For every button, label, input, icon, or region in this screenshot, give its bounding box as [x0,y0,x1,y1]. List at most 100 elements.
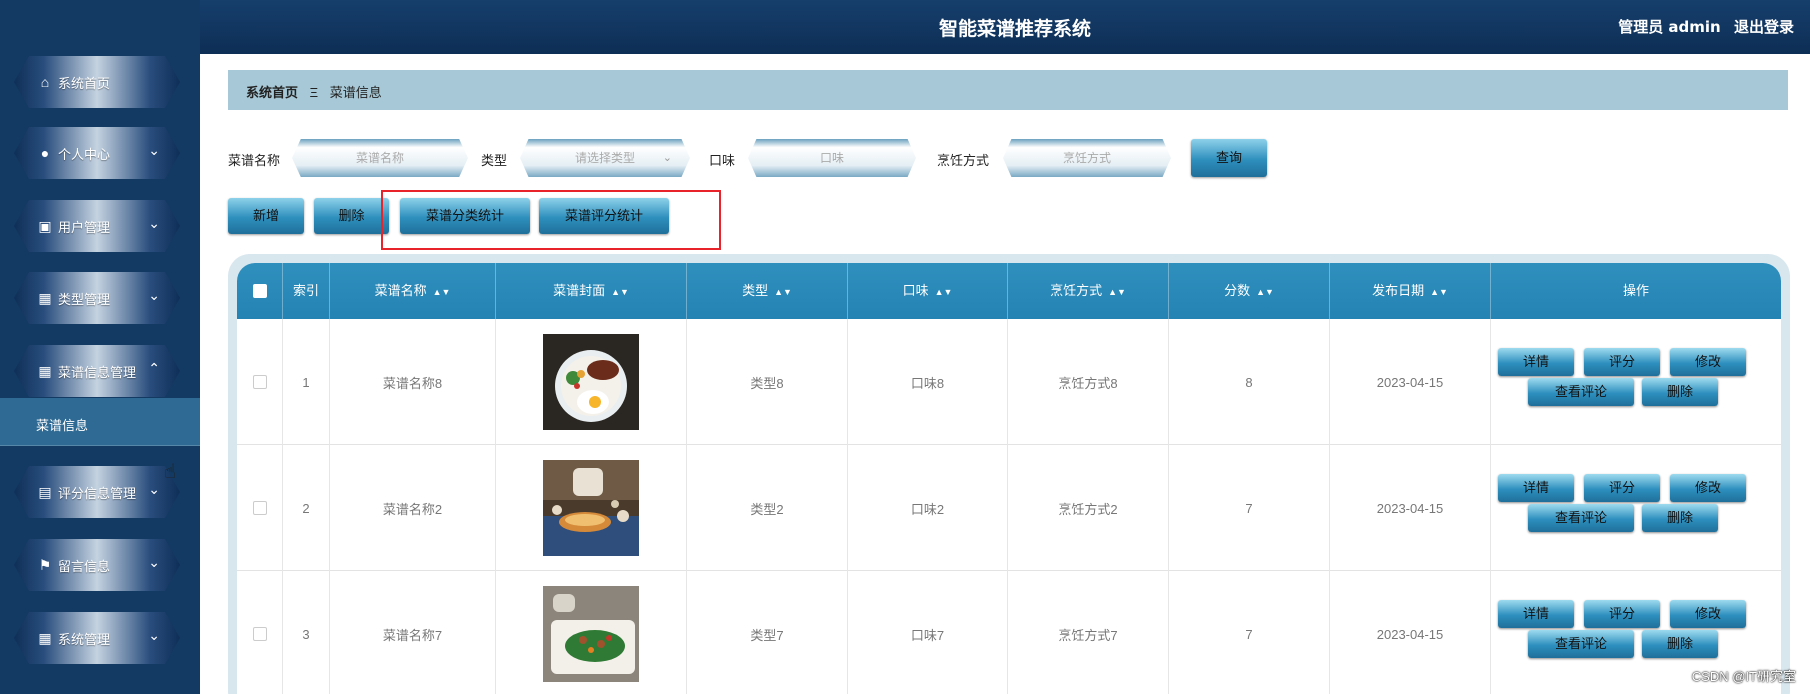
cell-method: 烹饪方式8 [1008,319,1169,445]
col-header-method[interactable]: 烹饪方式 ▲▼ [1008,263,1169,319]
type-select[interactable]: 请选择类型 ⌄ [520,139,690,177]
sidebar-item-types[interactable]: ▦ 类型管理 ⌄ [14,272,180,324]
cell-cover [496,445,687,571]
table-header: 索引 菜谱名称 ▲▼ 菜谱封面 ▲▼ 类型 ▲▼ 口味 ▲▼ 烹饪方式 ▲▼ 分数 ▲▼ 发… [237,263,1781,319]
sidebar-item-label: 类型管理 [58,291,111,307]
user-area: 管理员 admin 退出登录 [1618,16,1794,37]
table-row: 1 菜谱名称8 类型8 口味8 烹饪方式8 8 2023-04-15 详情 评分… [237,319,1781,445]
cell-type: 类型2 [687,445,848,571]
type-label: 类型 [481,153,508,168]
col-header-label: 分数 [1224,283,1251,298]
select-all-checkbox[interactable] [237,263,283,319]
flag-icon: ⚑ [38,556,52,573]
detail-button[interactable]: 详情 [1498,474,1574,502]
table-row: 3 菜谱名称7 类型7 口味7 烹饪方式7 7 2023-04-15 详情 评分… [237,571,1781,694]
col-header-date[interactable]: 发布日期 ▲▼ [1330,263,1491,319]
cell-index: 1 [283,319,330,445]
sidebar-item-ratings[interactable]: ▤ 评分信息管理 ⌄ [14,466,180,518]
row-actions: 详情 评分 修改 查看评论 删除 [1491,319,1781,445]
col-header-name[interactable]: 菜谱名称 ▲▼ [330,263,496,319]
col-header-label: 菜谱名称 [374,283,427,298]
col-header-index: 索引 [283,263,330,319]
cell-type: 类型8 [687,319,848,445]
col-header-label: 菜谱封面 [553,283,606,298]
hand-cursor-icon: ☝ [164,461,177,483]
cell-name: 菜谱名称2 [330,445,496,571]
cell-type: 类型7 [687,571,848,694]
sidebar-item-label: 系统首页 [58,75,111,91]
edit-button[interactable]: 修改 [1670,600,1746,628]
sidebar-item-profile[interactable]: ● 个人中心 ⌄ [14,127,180,179]
row-checkbox[interactable] [237,571,283,694]
sidebar-item-recipes[interactable]: ▦ 菜谱信息管理 ⌃ [14,345,180,397]
add-button[interactable]: 新增 [228,198,304,234]
col-header-actions: 操作 [1622,283,1649,298]
cell-actions: 详情 评分 修改 查看评论 删除 [1491,445,1781,571]
view-comments-button[interactable]: 查看评论 [1528,630,1634,658]
row-checkbox[interactable] [237,319,283,445]
row-delete-button[interactable]: 删除 [1642,630,1718,658]
sidebar-item-home[interactable]: ⌂ 系统首页 [14,56,180,108]
cell-name: 菜谱名称8 [330,319,496,445]
col-header-type[interactable]: 类型 ▲▼ [687,263,848,319]
highlight-box [381,190,721,250]
col-header-score[interactable]: 分数 ▲▼ [1169,263,1330,319]
checkbox-box [252,627,267,641]
query-button[interactable]: 查询 [1191,139,1267,177]
sidebar-item-messages[interactable]: ⚑ 留言信息 ⌄ [14,539,180,591]
detail-button[interactable]: 详情 [1498,600,1574,628]
detail-button[interactable]: 详情 [1498,348,1574,376]
rate-button[interactable]: 评分 [1584,600,1660,628]
col-header-label: 发布日期 [1372,283,1425,298]
cell-name: 菜谱名称7 [330,571,496,694]
breadcrumb-home[interactable]: 系统首页 [246,85,298,100]
sort-icon: ▲▼ [1256,287,1274,297]
delete-button[interactable]: 删除 [314,198,389,234]
cell-score: 8 [1169,319,1330,445]
user-icon: ● [40,145,50,161]
row-checkbox[interactable] [237,445,283,571]
cell-date: 2023-04-15 [1330,319,1491,445]
col-header-cover[interactable]: 菜谱封面 ▲▼ [496,263,687,319]
sort-icon: ▲▼ [1108,287,1126,297]
table-body: 1 菜谱名称8 类型8 口味8 烹饪方式8 8 2023-04-15 详情 评分… [237,319,1781,694]
table-row: 2 菜谱名称2 类型2 口味2 烹饪方式2 7 2023-04-15 详情 评分… [237,445,1781,571]
recipe-cover-image [543,334,639,430]
row-delete-button[interactable]: 删除 [1642,504,1718,532]
chevron-down-icon: ⌄ [148,481,160,497]
chevron-down-icon: ⌄ [148,627,160,643]
cell-index: 2 [283,445,330,571]
rate-button[interactable]: 评分 [1584,474,1660,502]
sidebar-item-label: 个人中心 [58,146,111,162]
recipe-cover-image [543,586,639,682]
view-comments-button[interactable]: 查看评论 [1528,504,1634,532]
sidebar-item-label: 系统管理 [58,631,111,647]
edit-button[interactable]: 修改 [1670,348,1746,376]
logout-link[interactable]: 退出登录 [1734,18,1794,36]
cell-score: 7 [1169,445,1330,571]
sidebar-item-users[interactable]: ▣ 用户管理 ⌄ [14,200,180,252]
cell-taste: 口味7 [848,571,1008,694]
row-delete-button[interactable]: 删除 [1642,378,1718,406]
cell-method: 烹饪方式2 [1008,445,1169,571]
col-header-label: 烹饪方式 [1050,283,1103,298]
checkbox-box [252,375,267,389]
name-label: 菜谱名称 [228,153,281,168]
cooking-method-input[interactable]: 烹饪方式 [1003,139,1171,177]
checkbox-box [252,501,267,515]
taste-input[interactable]: 口味 [748,139,916,177]
cell-date: 2023-04-15 [1330,571,1491,694]
rate-button[interactable]: 评分 [1584,348,1660,376]
edit-button[interactable]: 修改 [1670,474,1746,502]
recipe-name-input[interactable]: 菜谱名称 [292,139,468,177]
submenu-item-recipe-info[interactable]: 菜谱信息 [0,398,200,446]
col-header-taste[interactable]: 口味 ▲▼ [848,263,1008,319]
view-comments-button[interactable]: 查看评论 [1528,378,1634,406]
grid-icon: ▦ [38,362,52,379]
chevron-up-icon: ⌃ [148,360,160,376]
sidebar-item-system[interactable]: ▦ 系统管理 ⌄ [14,612,180,664]
sidebar: ⌂ 系统首页 ● 个人中心 ⌄ ▣ 用户管理 ⌄ ▦ 类型管理 ⌄ ▦ 菜谱信息… [0,0,200,694]
sort-icon: ▲▼ [1430,287,1448,297]
cell-score: 7 [1169,571,1330,694]
chat-icon: ▤ [38,483,52,500]
